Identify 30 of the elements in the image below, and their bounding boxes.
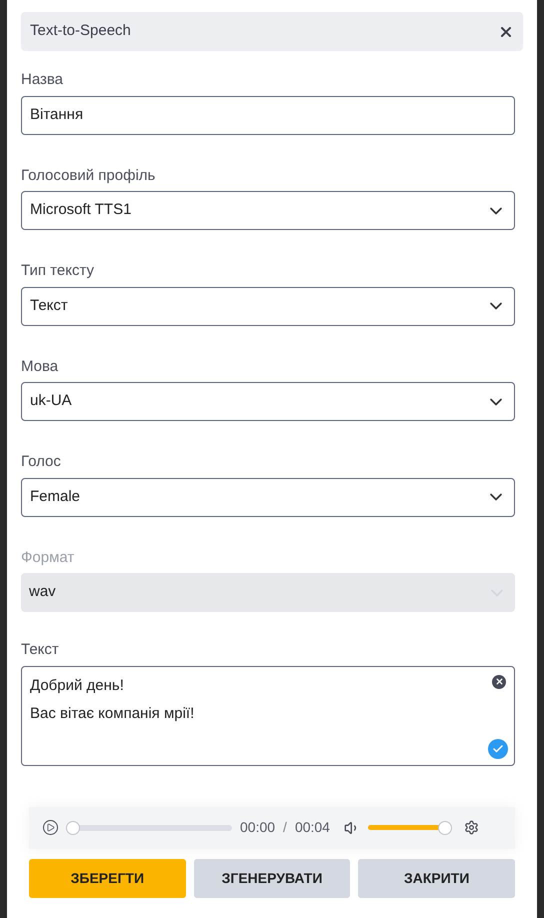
progress-thumb[interactable] bbox=[66, 820, 80, 834]
field-label: Назва bbox=[21, 70, 64, 90]
dropdown-field[interactable]: uk-UA bbox=[21, 382, 515, 421]
input-field[interactable]: Вітання bbox=[21, 96, 515, 134]
volume-thumb[interactable] bbox=[438, 820, 452, 834]
volume-slider[interactable] bbox=[368, 820, 452, 834]
duration-time: 00:04 bbox=[294, 818, 330, 837]
dropdown-field[interactable]: Текст bbox=[21, 286, 515, 326]
field-label: Тип тексту bbox=[21, 261, 95, 281]
play-icon[interactable] bbox=[43, 820, 58, 835]
field-label: Голос bbox=[21, 452, 62, 472]
field-label: Формат bbox=[21, 548, 76, 568]
action-button[interactable]: ЗАКРИТИ bbox=[358, 858, 516, 898]
text-line: Добрий день! bbox=[30, 676, 125, 696]
dropdown-field[interactable]: Female bbox=[21, 478, 515, 516]
settings-icon[interactable] bbox=[464, 820, 479, 835]
action-button[interactable]: ЗГЕНЕРУВАТИ bbox=[194, 858, 350, 898]
clear-icon[interactable] bbox=[492, 674, 506, 688]
save-button[interactable]: ЗБЕРЕГТИ bbox=[29, 858, 186, 898]
current-time: 00:00 bbox=[240, 818, 276, 837]
progress-slider[interactable] bbox=[66, 820, 232, 834]
text-line: Вас вітає компанія мрії! bbox=[30, 704, 194, 724]
check-icon bbox=[488, 738, 508, 758]
time-separator: / bbox=[283, 818, 287, 837]
field-label: Мова bbox=[21, 356, 60, 376]
text-area[interactable]: Добрий день! Вас вітає компанія мрії! bbox=[21, 666, 515, 766]
dialog-title: Text-to-Speech bbox=[30, 21, 131, 42]
field-label: Голосовий профіль bbox=[21, 166, 156, 186]
field-label: Текст bbox=[21, 640, 60, 660]
dropdown-field[interactable]: Microsoft TTS1 bbox=[21, 191, 515, 230]
